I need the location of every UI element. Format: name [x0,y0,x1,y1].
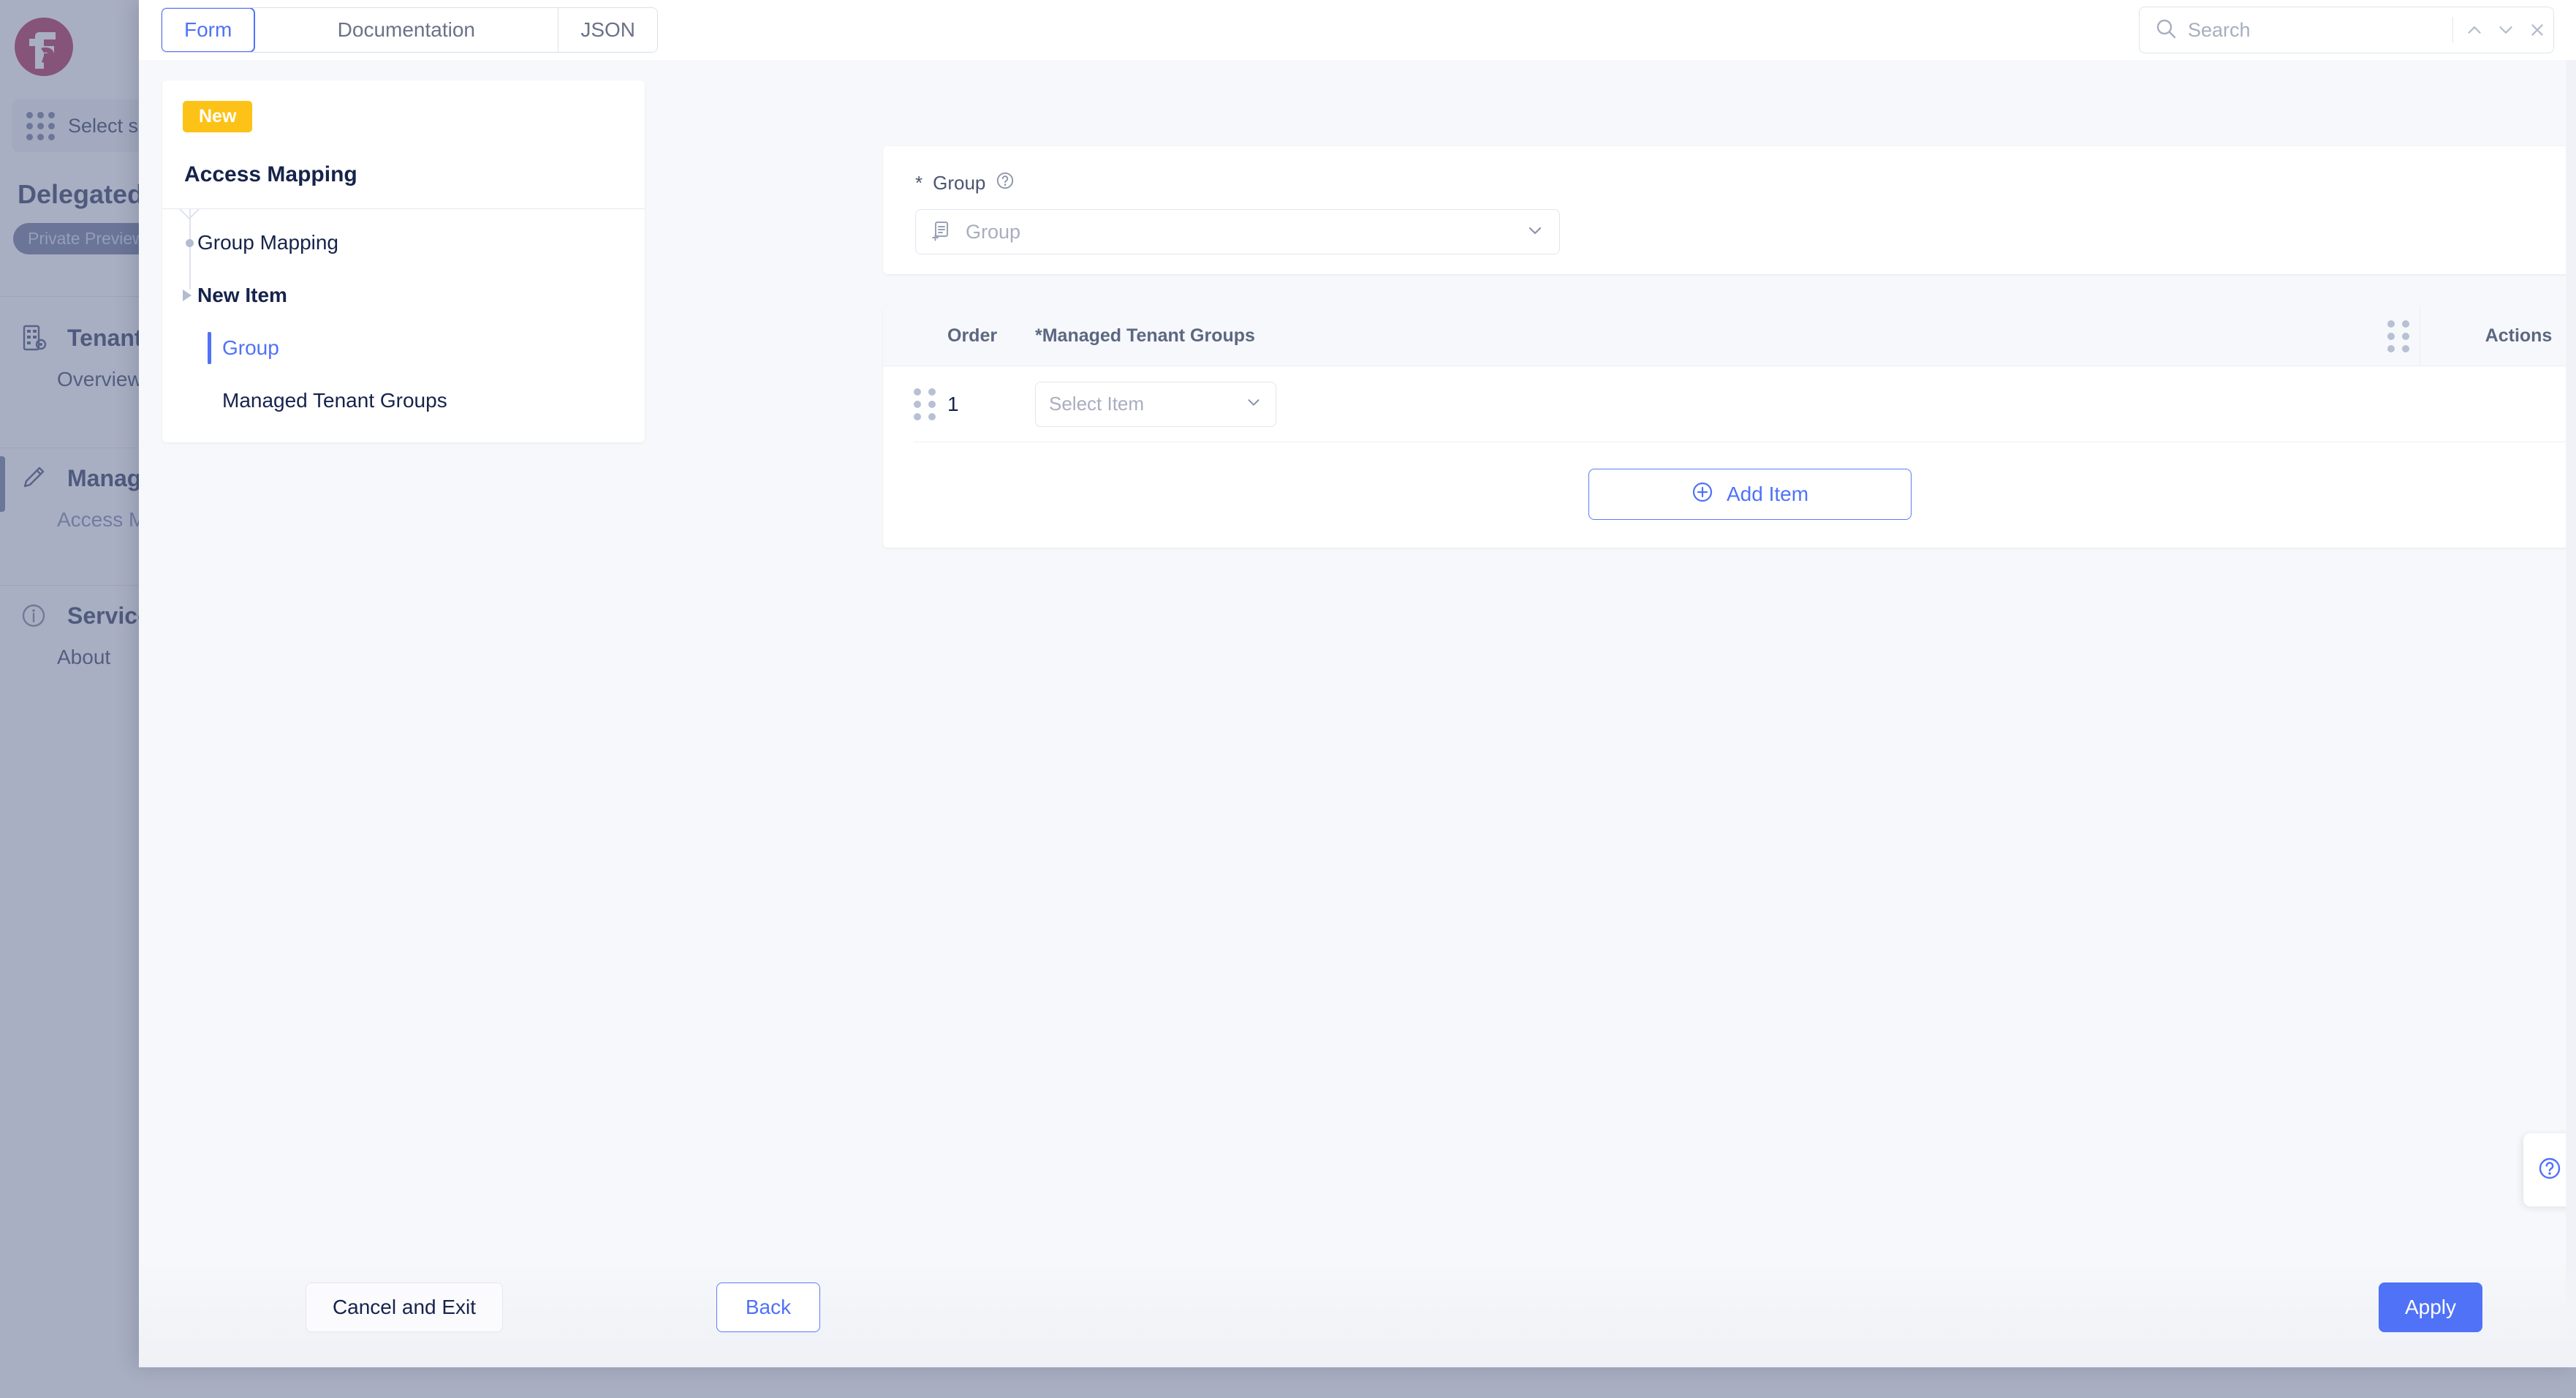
column-header-managed-tenant-groups: *Managed Tenant Groups [1035,325,1255,346]
drag-handle-icon[interactable] [2377,320,2420,352]
tree-item-managed-tenant-groups[interactable]: Managed Tenant Groups [162,374,645,427]
modal-body: New Access Mapping Group Mapping New Ite… [139,60,2576,1367]
search-box [2139,7,2554,53]
tree-item-label: New Item [197,284,287,306]
modal-footer: Cancel and Exit Back Apply [139,1258,2576,1367]
tree-item-label: Group Mapping [197,231,339,254]
tree-item-list: Group Mapping New Item Group Managed Ten… [162,216,645,427]
tab-form[interactable]: Form [162,8,256,52]
group-select-placeholder: Group [966,220,1021,243]
group-field-panel: * Group Group [883,146,2576,274]
table-header-row: Order *Managed Tenant Groups Actions [883,306,2576,366]
select-placeholder: Select Item [1049,393,1145,415]
required-marker: * [915,172,923,194]
tree-item-label: Group [222,336,279,359]
chevron-down-icon[interactable] [2490,12,2522,48]
tree-bullet-icon [186,238,194,247]
plus-circle-icon [1692,481,1713,508]
tab-label: JSON [580,18,636,41]
apply-button[interactable]: Apply [2379,1282,2482,1332]
access-mapping-modal: Form Documentation JSON Search New Acces… [139,0,2576,1367]
column-header-actions: Actions [2420,306,2576,366]
search-divider [2452,17,2453,43]
tree-item-group-mapping[interactable]: Group Mapping [162,216,645,269]
question-circle-icon [2537,1156,2562,1184]
cell-managed-tenant-groups: Select Item [1035,381,2576,427]
tree-item-label: Managed Tenant Groups [222,389,447,412]
add-item-row: Add Item [883,442,2576,546]
table-row: 1 Select Item [914,366,2576,442]
tab-label: Form [184,18,232,41]
back-button[interactable]: Back [716,1282,820,1332]
chevron-down-icon [1526,221,1545,243]
tree-title: Access Mapping [184,162,357,186]
tree-arrow-icon [183,290,192,301]
tree-item-new-item[interactable]: New Item [162,269,645,322]
search-icon [2154,17,2178,44]
cancel-and-exit-button[interactable]: Cancel and Exit [306,1282,503,1332]
navigation-tree-card: New Access Mapping Group Mapping New Ite… [162,80,645,442]
group-field-label: * Group [915,171,2576,195]
view-mode-tabs: Form Documentation JSON [161,7,659,53]
group-select[interactable]: Group [915,209,1560,254]
vertical-scrollbar[interactable] [2566,60,2576,1367]
row-drag-handle-icon[interactable] [914,388,947,420]
managed-tenant-groups-select[interactable]: Select Item [1035,381,1276,427]
group-label-text: Group [933,172,986,194]
chevron-up-icon[interactable] [2459,12,2490,48]
list-add-icon [931,219,952,245]
add-item-label: Add Item [1726,483,1809,505]
tab-json[interactable]: JSON [558,8,658,52]
tab-label: Documentation [337,18,475,41]
tree-divider [162,208,645,209]
tab-documentation[interactable]: Documentation [254,8,559,52]
modal-topbar: Form Documentation JSON [139,0,2576,60]
question-circle-icon[interactable] [996,171,1015,195]
cell-order: 1 [947,392,959,415]
tree-item-group[interactable]: Group [162,322,645,374]
status-badge: New [183,101,253,132]
chevron-down-icon [1245,393,1262,415]
column-header-order: Order [947,325,998,346]
search-input[interactable] [2188,18,2447,42]
managed-tenant-groups-table: Order *Managed Tenant Groups Actions 1 S… [883,306,2576,548]
add-item-button[interactable]: Add Item [1588,469,1912,520]
close-icon[interactable] [2522,12,2553,48]
